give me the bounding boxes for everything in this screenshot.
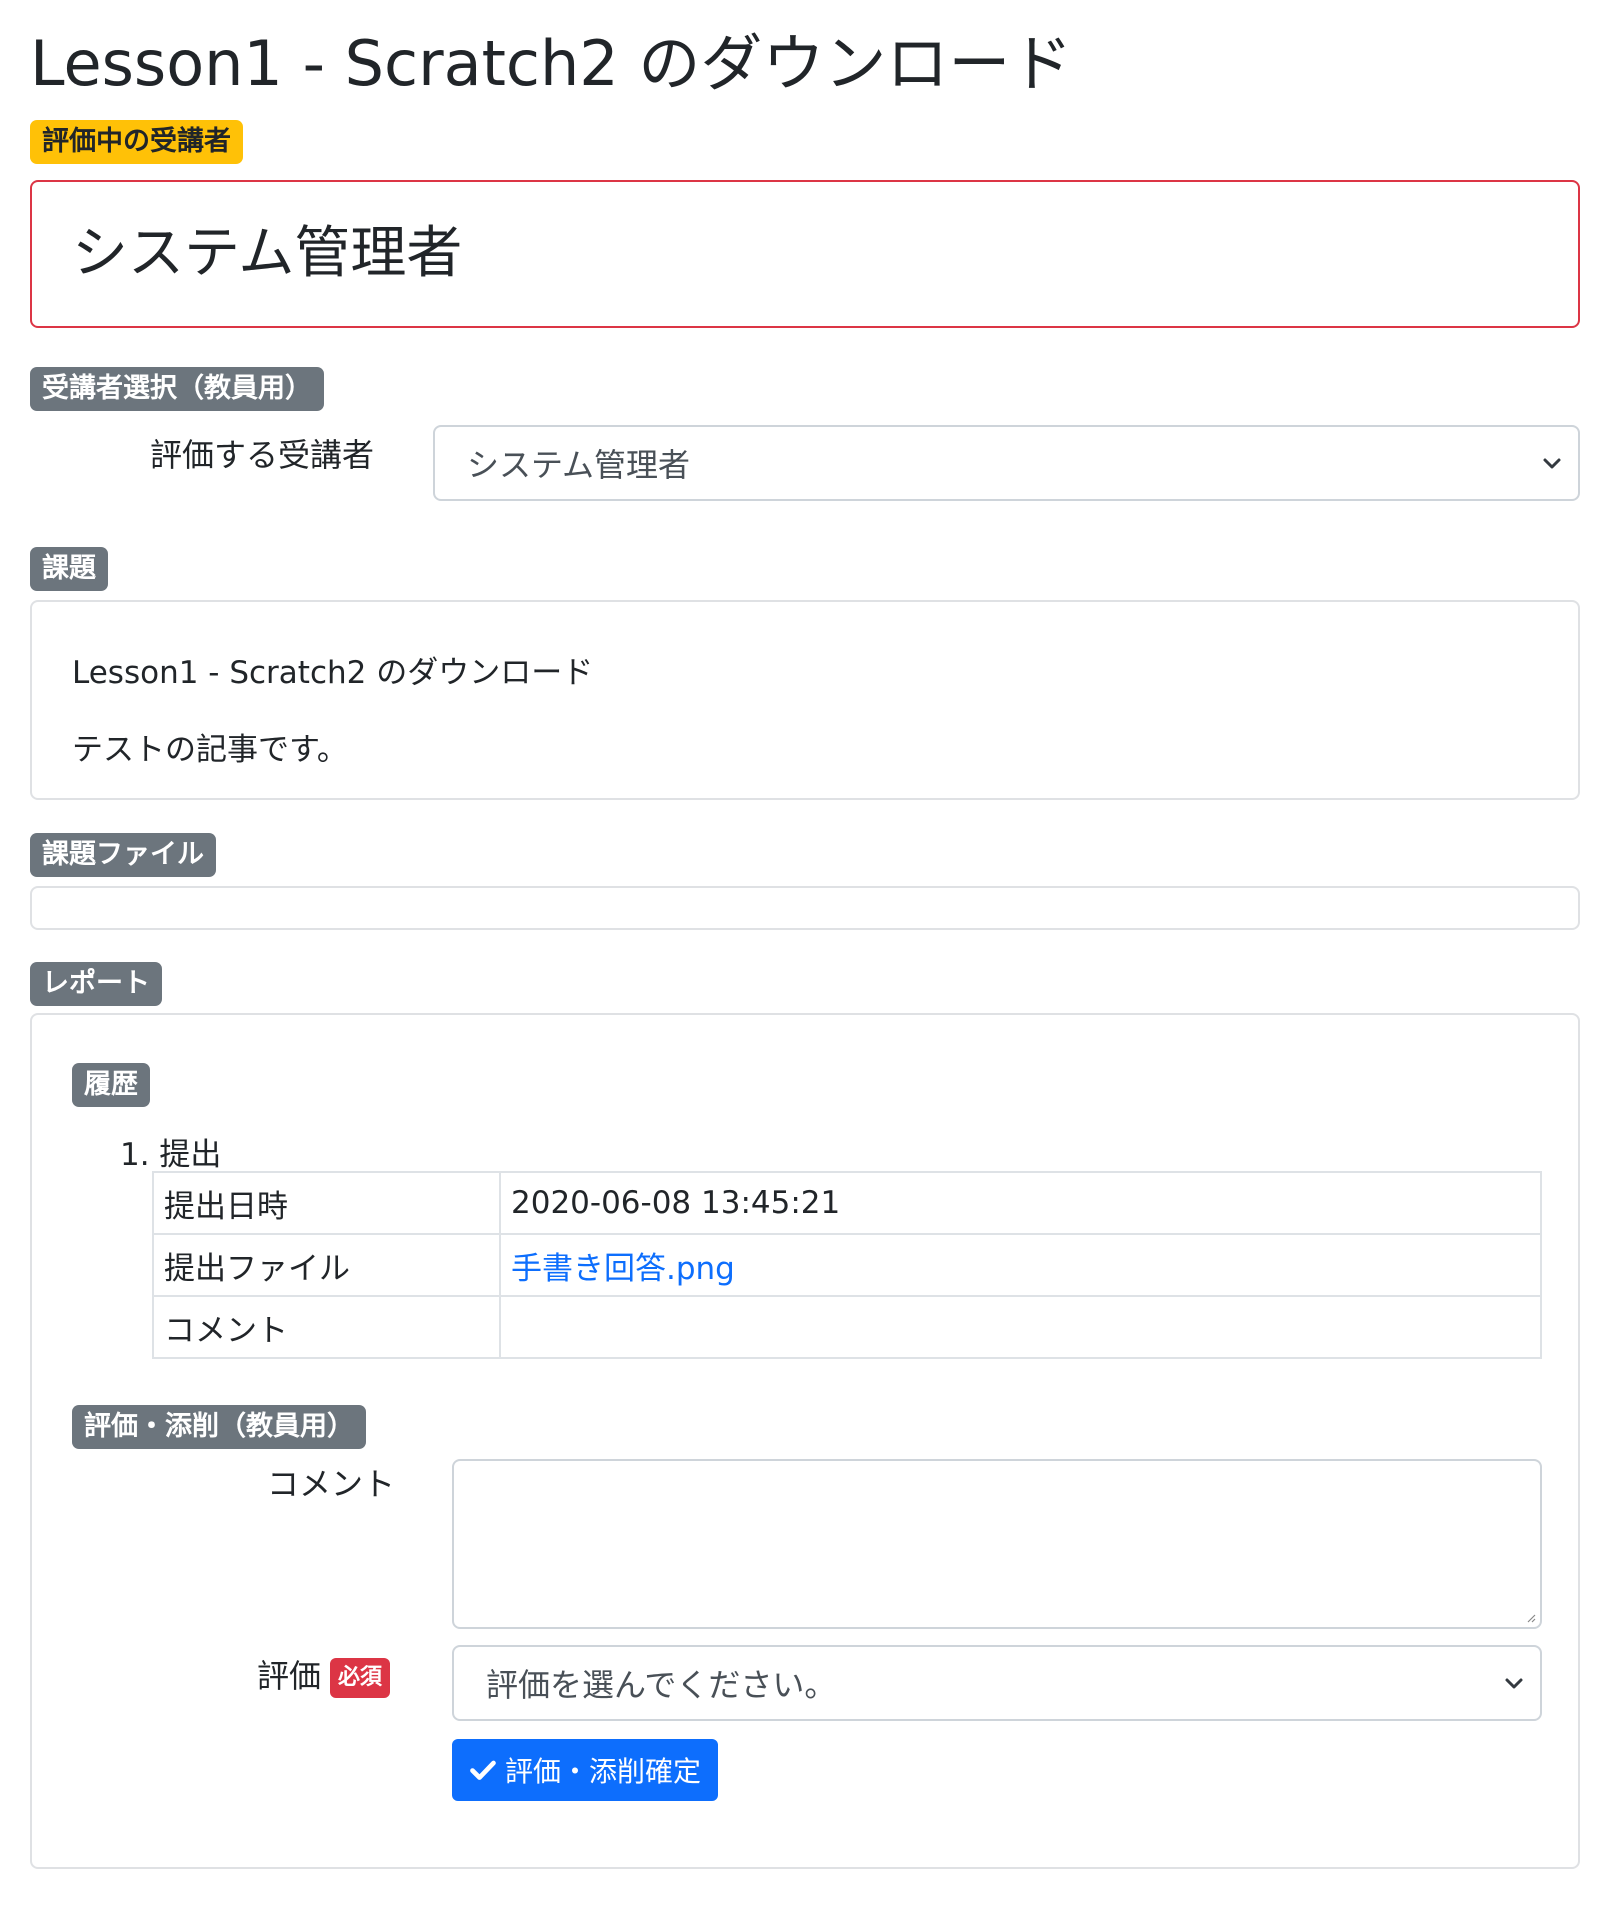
submit-evaluation-label: 評価・添削確定 [504, 1755, 701, 1788]
comment-label: コメント [267, 1465, 396, 1503]
table-cell-label: コメント [152, 1295, 501, 1359]
assignment-title: Lesson1 - Scratch2 のダウンロード [72, 655, 594, 691]
resize-handle-icon[interactable] [1524, 1611, 1536, 1623]
history-table: 提出日時 2020-06-08 13:45:21 提出ファイル 手書き回答.pn… [152, 1171, 1542, 1359]
table-cell-value: 手書き回答.png [499, 1233, 1542, 1297]
page-title: Lesson1 - Scratch2 のダウンロード [30, 27, 1073, 100]
report-card: 履歴 1. 提出 提出日時 2020-06-08 13:45:21 提出ファイル… [30, 1013, 1580, 1869]
table-cell-value [499, 1295, 1542, 1359]
student-select[interactable]: システム管理者 [433, 425, 1580, 501]
current-student-card: システム管理者 [30, 180, 1580, 328]
grade-label: 評価 [257, 1657, 322, 1695]
assignment-badge: 課題 [30, 547, 108, 591]
current-student-name: システム管理者 [72, 221, 463, 286]
grade-select-value: 評価を選んでください。 [486, 1666, 837, 1704]
required-badge: 必須 [330, 1658, 391, 1698]
check-icon [470, 1760, 496, 1780]
grade-select[interactable]: 評価を選んでください。 [452, 1645, 1542, 1721]
student-select-label: 評価する受講者 [150, 436, 375, 474]
submit-evaluation-button[interactable]: 評価・添削確定 [452, 1739, 718, 1801]
page: Lesson1 - Scratch2 のダウンロード 評価中の受講者 システム管… [0, 0, 1608, 1912]
table-row: 提出ファイル 手書き回答.png [152, 1233, 1542, 1297]
chevron-down-icon [1543, 458, 1561, 469]
table-row: 提出日時 2020-06-08 13:45:21 [152, 1171, 1542, 1235]
student-select-badge: 受講者選択（教員用） [30, 367, 324, 411]
evaluation-badge: 評価・添削（教員用） [72, 1405, 366, 1449]
assignment-files-badge: 課題ファイル [30, 833, 216, 877]
report-badge: レポート [30, 962, 162, 1006]
table-cell-value: 2020-06-08 13:45:21 [499, 1171, 1542, 1235]
assignment-card: Lesson1 - Scratch2 のダウンロード テストの記事です。 [30, 600, 1580, 800]
table-cell-label: 提出日時 [152, 1171, 501, 1235]
history-badge: 履歴 [72, 1063, 150, 1107]
submitted-file-link[interactable]: 手書き回答.png [511, 1251, 735, 1287]
history-item-title: 1. 提出 [120, 1137, 222, 1173]
table-row: コメント [152, 1295, 1542, 1359]
assignment-files-card [30, 886, 1580, 930]
assignment-body: テストの記事です。 [72, 732, 348, 768]
student-select-value: システム管理者 [467, 446, 691, 484]
current-student-badge: 評価中の受講者 [30, 120, 243, 164]
chevron-down-icon [1505, 1678, 1523, 1689]
table-cell-label: 提出ファイル [152, 1233, 501, 1297]
comment-textarea[interactable] [452, 1459, 1542, 1629]
